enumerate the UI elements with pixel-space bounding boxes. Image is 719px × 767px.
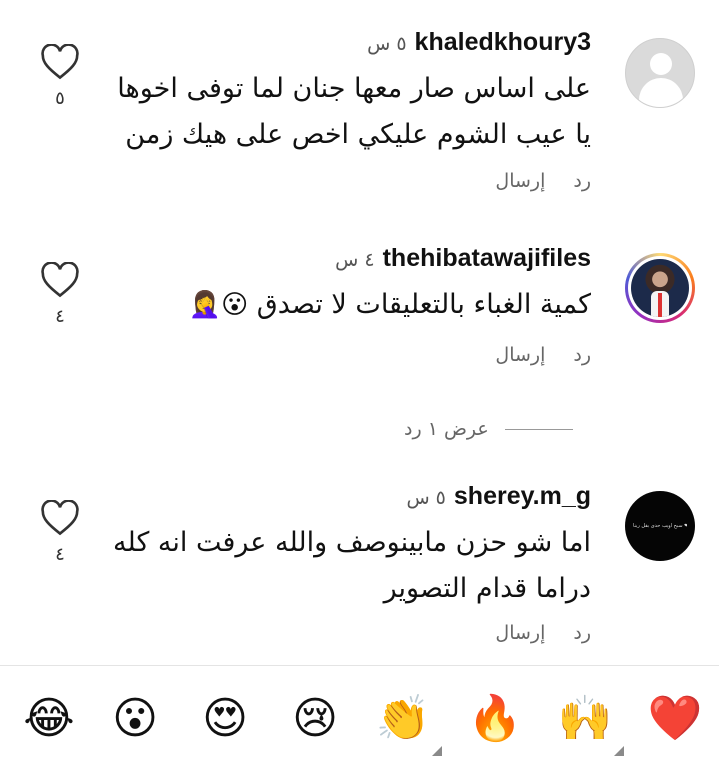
red-heart-emoji[interactable]: ❤️	[642, 686, 708, 752]
comment-text: كمية الغباء بالتعليقات لا تصدق 😮🤦‍♀️	[91, 282, 591, 328]
comment-actions: رد إرسال	[495, 344, 591, 366]
like-control: ٤	[40, 262, 80, 327]
fire-emoji[interactable]: 🔥	[462, 686, 528, 752]
avatar-story-ring[interactable]	[625, 253, 695, 323]
like-count: ٥	[55, 88, 65, 109]
heart-outline-icon[interactable]	[40, 262, 80, 298]
comment-header: ٥ س khaledkhoury3	[367, 28, 591, 57]
comment-line: اما شو حزن مابينوصف والله عرفت انه كله	[113, 527, 591, 558]
comment-line: يا عيب الشوم عليكي اخص على هيك زمن	[125, 119, 591, 150]
heart-outline-icon[interactable]	[40, 44, 80, 80]
comment-actions: رد إرسال	[495, 622, 591, 644]
comment-time: ٤ س	[335, 249, 375, 271]
like-control: ٤	[40, 500, 80, 565]
reply-button[interactable]: رد	[573, 170, 591, 192]
like-control: ٥	[40, 44, 80, 109]
comment-line: دراما قدام التصوير	[383, 573, 591, 604]
open-mouth-emoji[interactable]: 😮	[102, 686, 168, 752]
comment-text: على اساس صار معها جنان لما توفى اخوها يا…	[91, 66, 591, 158]
emoji-reaction-bar: 😂 😮 😍 😢 👏 🔥 🙌 ❤️	[0, 665, 719, 767]
comment-emoji: 😮🤦‍♀️	[188, 290, 249, 320]
avatar[interactable]: سبح اويب حدى بقل ربنا ❤	[625, 491, 695, 561]
username[interactable]: sherey.m_g	[454, 482, 591, 511]
avatar[interactable]	[625, 38, 695, 108]
comment-time: ٥ س	[406, 487, 446, 509]
raised-hands-emoji-wrap[interactable]: 🙌	[552, 686, 626, 758]
view-replies-button[interactable]: عرض ١ رد	[404, 418, 573, 440]
like-count: ٤	[55, 306, 65, 327]
view-replies-label: عرض ١ رد	[404, 418, 489, 440]
comment-actions: رد إرسال	[495, 170, 591, 192]
tears-of-joy-emoji[interactable]: 😂	[16, 686, 82, 752]
heart-outline-icon[interactable]	[40, 500, 80, 536]
comment-line: على اساس صار معها جنان لما توفى اخوها	[117, 73, 591, 104]
like-count: ٤	[55, 544, 65, 565]
comment-line: كمية الغباء بالتعليقات لا تصدق	[256, 289, 591, 320]
reply-button[interactable]: رد	[573, 344, 591, 366]
comment-time: ٥ س	[367, 33, 407, 55]
send-button[interactable]: إرسال	[495, 344, 545, 366]
clapping-emoji-wrap[interactable]: 👏	[370, 686, 444, 758]
avatar-text: سبح اويب حدى بقل ربنا ❤	[633, 523, 687, 529]
divider-line	[504, 428, 573, 430]
clapping-emoji: 👏	[375, 693, 431, 744]
heart-eyes-emoji[interactable]: 😍	[192, 686, 258, 752]
raised-hands-emoji: 🙌	[557, 693, 613, 744]
username[interactable]: khaledkhoury3	[415, 28, 591, 57]
comment-text: اما شو حزن مابينوصف والله عرفت انه كله د…	[91, 520, 591, 612]
comment-header: ٤ س thehibatawajifiles	[335, 244, 591, 273]
reply-button[interactable]: رد	[573, 622, 591, 644]
crying-emoji[interactable]: 😢	[282, 686, 348, 752]
skin-tone-corner-icon	[614, 746, 624, 756]
send-button[interactable]: إرسال	[495, 170, 545, 192]
comment-header: ٥ س sherey.m_g	[406, 482, 591, 511]
send-button[interactable]: إرسال	[495, 622, 545, 644]
username[interactable]: thehibatawajifiles	[383, 244, 591, 273]
skin-tone-corner-icon	[432, 746, 442, 756]
